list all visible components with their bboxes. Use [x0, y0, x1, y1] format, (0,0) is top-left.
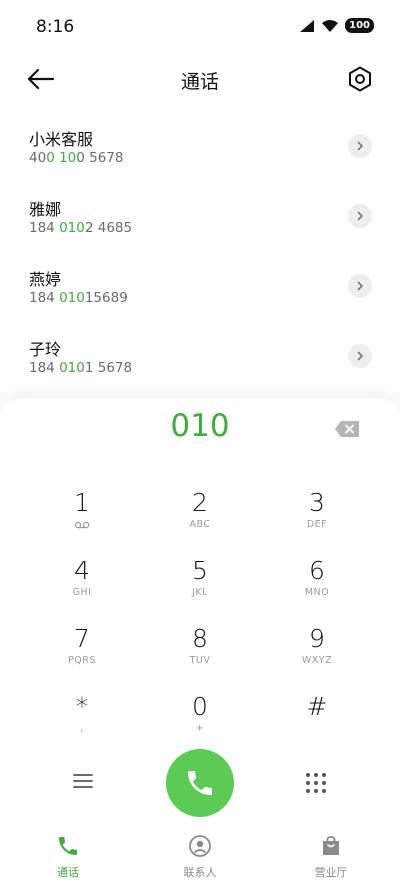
- menu-icon: [73, 774, 93, 788]
- key-digit: 0: [192, 692, 208, 721]
- contact-number: 400 100 5678: [29, 150, 124, 166]
- contact-name: 雅娜: [29, 200, 62, 219]
- key-letters: ,: [80, 723, 84, 734]
- key-digit: 8: [192, 624, 208, 653]
- status-time: 8:16: [36, 17, 75, 37]
- menu-button[interactable]: [70, 771, 96, 791]
- key-letters: PQRS: [68, 655, 96, 666]
- key-digit: 9: [309, 624, 325, 653]
- key-hash[interactable]: #: [257, 692, 377, 756]
- key-letters: DEF: [306, 519, 328, 530]
- keypad-toggle-button[interactable]: [304, 771, 328, 795]
- tab-contacts[interactable]: 联系人: [140, 834, 260, 880]
- key-letters: GHI: [72, 587, 92, 598]
- key-digit: 6: [309, 556, 325, 585]
- backspace-icon: [335, 421, 359, 437]
- contact-number: 184 0102 4685: [29, 220, 133, 236]
- contact-name: 燕婷: [29, 270, 62, 289]
- contact-detail-button[interactable]: [348, 134, 372, 158]
- key-letters: MNO: [304, 587, 330, 598]
- phone-icon: [59, 837, 77, 855]
- key-letters: JKL: [192, 587, 208, 598]
- chevron-right-icon: [357, 281, 363, 291]
- tab-label: 营业厅: [314, 866, 348, 879]
- contact-name: 子玲: [29, 340, 62, 359]
- key-3[interactable]: 3 DEF: [257, 488, 377, 552]
- header: 通话: [0, 56, 400, 102]
- dialpad-grid-icon: [306, 773, 326, 793]
- key-0[interactable]: 0 +: [140, 692, 260, 756]
- backspace-button[interactable]: [334, 420, 360, 438]
- wifi-icon: [322, 19, 339, 32]
- signal-icon: [300, 19, 315, 32]
- chevron-right-icon: [357, 141, 363, 151]
- status-icons: 100: [299, 18, 374, 33]
- tab-calls[interactable]: 通话: [8, 834, 128, 880]
- tab-label: 联系人: [183, 866, 217, 879]
- chevron-right-icon: [357, 351, 363, 361]
- key-digit: 1: [74, 488, 90, 517]
- key-letters: WXYZ: [301, 655, 333, 666]
- key-digit: 7: [74, 624, 90, 653]
- key-digit: #: [306, 692, 328, 721]
- contact-name: 小米客服: [29, 130, 94, 149]
- key-8[interactable]: 8 TUV: [140, 624, 260, 688]
- contact-number: 184 01015689: [29, 290, 128, 306]
- status-bar: 8:16 100: [0, 0, 400, 56]
- key-digit: 5: [192, 556, 208, 585]
- key-4[interactable]: 4 GHI: [22, 556, 142, 620]
- key-star[interactable]: * ,: [22, 692, 142, 756]
- contact-detail-button[interactable]: [348, 204, 372, 228]
- bag-icon: [323, 836, 339, 855]
- key-9[interactable]: 9 WXYZ: [257, 624, 377, 688]
- chevron-right-icon: [357, 211, 363, 221]
- key-1[interactable]: 1: [22, 488, 142, 552]
- call-button[interactable]: [166, 749, 234, 817]
- settings-button[interactable]: [346, 65, 374, 93]
- key-letters: TUV: [189, 655, 211, 666]
- key-letters: +: [195, 723, 205, 734]
- tab-label: 通话: [57, 866, 79, 879]
- key-digit: 2: [192, 488, 208, 517]
- contact-list: 小米客服 400 100 5678 雅娜 184 0102 4685 燕婷 18…: [0, 118, 400, 398]
- dialpad: 010 1 2 ABC 3 DEF 4 GHI 5 JKL 6 MNO 7 PQ…: [0, 398, 400, 889]
- person-icon: [189, 835, 211, 857]
- voicemail-icon: [22, 518, 142, 532]
- contact-row[interactable]: 燕婷 184 01015689: [0, 258, 400, 328]
- page-title: 通话: [180, 71, 219, 93]
- key-digit: 3: [309, 488, 325, 517]
- key-digit: *: [75, 692, 89, 721]
- contact-row[interactable]: 小米客服 400 100 5678: [0, 118, 400, 188]
- contact-number: 184 0101 5678: [29, 360, 133, 376]
- contact-row[interactable]: 雅娜 184 0102 4685: [0, 188, 400, 258]
- contact-detail-button[interactable]: [348, 344, 372, 368]
- contact-row[interactable]: 子玲 184 0101 5678: [0, 328, 400, 398]
- key-letters: ABC: [189, 519, 211, 530]
- key-6[interactable]: 6 MNO: [257, 556, 377, 620]
- battery-indicator: 100: [345, 18, 374, 33]
- key-2[interactable]: 2 ABC: [140, 488, 260, 552]
- settings-icon: [349, 66, 371, 92]
- tab-service-hall[interactable]: 营业厅: [271, 834, 391, 880]
- key-7[interactable]: 7 PQRS: [22, 624, 142, 688]
- phone-icon: [188, 771, 212, 795]
- key-5[interactable]: 5 JKL: [140, 556, 260, 620]
- bottom-tab-bar: 通话 联系人 营业厅: [0, 826, 400, 889]
- key-digit: 4: [74, 556, 90, 585]
- contact-detail-button[interactable]: [348, 274, 372, 298]
